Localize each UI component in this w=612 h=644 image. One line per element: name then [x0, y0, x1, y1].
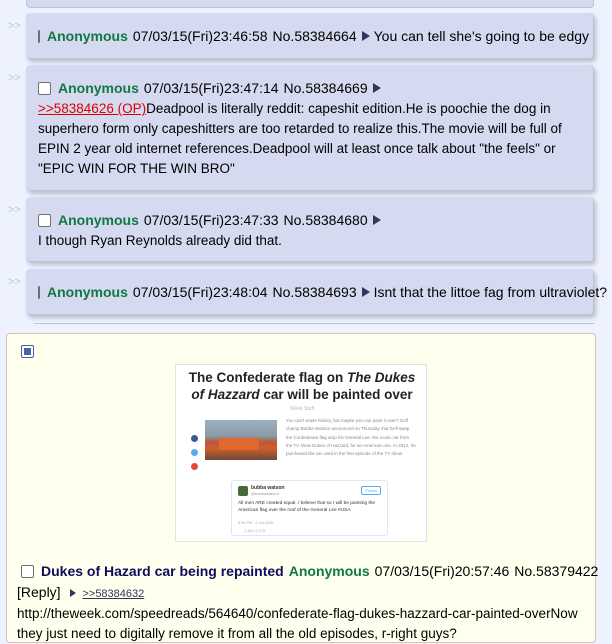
tweet-timestamp: 6:16 PM - 2 Jul 2015	[238, 521, 274, 525]
post-info: Anonymous 07/03/15(Fri)23:47:33 No.58384…	[38, 212, 585, 228]
previous-reply-edge	[26, 0, 594, 8]
play-triangle-icon[interactable]	[372, 215, 381, 225]
thread-subject: Dukes of Hazard car being repainted	[41, 563, 284, 579]
tweet-text: All men ARE created equal. I believe tha…	[238, 501, 376, 513]
reply-post: Anonymous 07/03/15(Fri)23:47:33 No.58384…	[26, 197, 594, 262]
post-message: >>58384626 (OP)Deadpool is literally red…	[38, 99, 585, 179]
post-number[interactable]: No.58384664	[273, 28, 357, 44]
side-arrows: >>	[8, 20, 21, 32]
play-triangle-icon[interactable]	[70, 589, 77, 597]
play-triangle-icon[interactable]	[361, 31, 370, 41]
poster-name: Anonymous	[288, 563, 370, 579]
play-triangle-icon[interactable]	[372, 83, 381, 93]
thread-divider	[34, 323, 594, 324]
op-actions: [Reply] >>58384632	[17, 584, 144, 600]
thumbnail-byline: Week Staff	[289, 406, 315, 412]
op-post: The Confederate flag on The Dukes of Haz…	[6, 333, 598, 643]
post-datetime: 07/03/15(Fri)23:46:58	[132, 28, 268, 44]
embedded-tweet: bubba watson @bubbawatson Follow All men…	[231, 480, 388, 536]
reply-post: Anonymous 07/03/15(Fri)23:48:04 No.58384…	[26, 269, 607, 315]
avatar	[238, 486, 248, 496]
side-arrows: >>	[8, 204, 21, 216]
checkbox-icon[interactable]	[38, 29, 40, 43]
post-message: I though Ryan Reynolds already did that.	[38, 233, 282, 248]
checkbox-icon[interactable]	[38, 81, 51, 95]
thumbnail-paragraph: You can't erase history, but maybe you c…	[286, 418, 416, 457]
car-photo	[205, 420, 277, 460]
op-message: http://theweek.com/speedreads/564640/con…	[17, 606, 578, 641]
poster-name: Anonymous	[58, 212, 139, 228]
tweet-follow-button: Follow	[361, 486, 381, 495]
poster-name: Anonymous	[58, 80, 139, 96]
side-arrows: >>	[8, 72, 21, 84]
thumbnail-title: The Confederate flag on The Dukes of Haz…	[188, 370, 416, 402]
google-plus-icon	[191, 463, 198, 470]
checkbox-icon[interactable]	[38, 213, 51, 227]
post-datetime: 07/03/15(Fri)23:47:14	[143, 80, 279, 96]
reply-post: Anonymous 07/03/15(Fri)23:46:58 No.58384…	[26, 13, 594, 59]
reply-post: Anonymous 07/03/15(Fri)23:47:14 No.58384…	[26, 65, 594, 191]
minus-toggle-icon[interactable]	[21, 345, 34, 358]
post-datetime: 07/03/15(Fri)23:48:04	[132, 284, 268, 300]
checkbox-icon[interactable]	[21, 564, 34, 578]
play-triangle-icon[interactable]	[361, 287, 370, 297]
quote-link[interactable]: >>58384626 (OP)	[38, 101, 146, 116]
backlink[interactable]: >>58384632	[82, 588, 144, 600]
post-info: Anonymous 07/03/15(Fri)23:46:58 No.58384…	[38, 28, 589, 44]
post-number[interactable]: No.58384693	[273, 284, 357, 300]
post-message: Isnt that the littoe fag from ultraviole…	[373, 284, 608, 300]
post-number[interactable]: No.58379422	[514, 563, 598, 579]
tweet-handle: @bubbawatson	[251, 491, 279, 496]
facebook-icon	[191, 435, 198, 442]
post-datetime: 07/03/15(Fri)20:57:46	[374, 563, 510, 579]
post-info: Anonymous 07/03/15(Fri)23:48:04 No.58384…	[38, 284, 607, 300]
twitter-icon	[191, 449, 198, 456]
post-number[interactable]: No.58384669	[284, 80, 368, 96]
post-number[interactable]: No.58384680	[284, 212, 368, 228]
poster-name: Anonymous	[47, 28, 128, 44]
poster-name: Anonymous	[47, 284, 128, 300]
post-message: You can tell she's going to be edgy	[373, 28, 590, 44]
post-datetime: 07/03/15(Fri)23:47:33	[143, 212, 279, 228]
post-info: Anonymous 07/03/15(Fri)23:47:14 No.58384…	[38, 80, 585, 96]
op-post-info: Dukes of Hazard car being repainted Anon…	[21, 563, 603, 579]
tweet-stats: 1,464 2,175	[244, 528, 266, 533]
checkbox-icon[interactable]	[38, 285, 40, 299]
reply-link[interactable]: [Reply]	[17, 584, 61, 600]
op-thumbnail[interactable]: The Confederate flag on The Dukes of Haz…	[175, 364, 427, 542]
side-arrows: >>	[8, 276, 21, 288]
